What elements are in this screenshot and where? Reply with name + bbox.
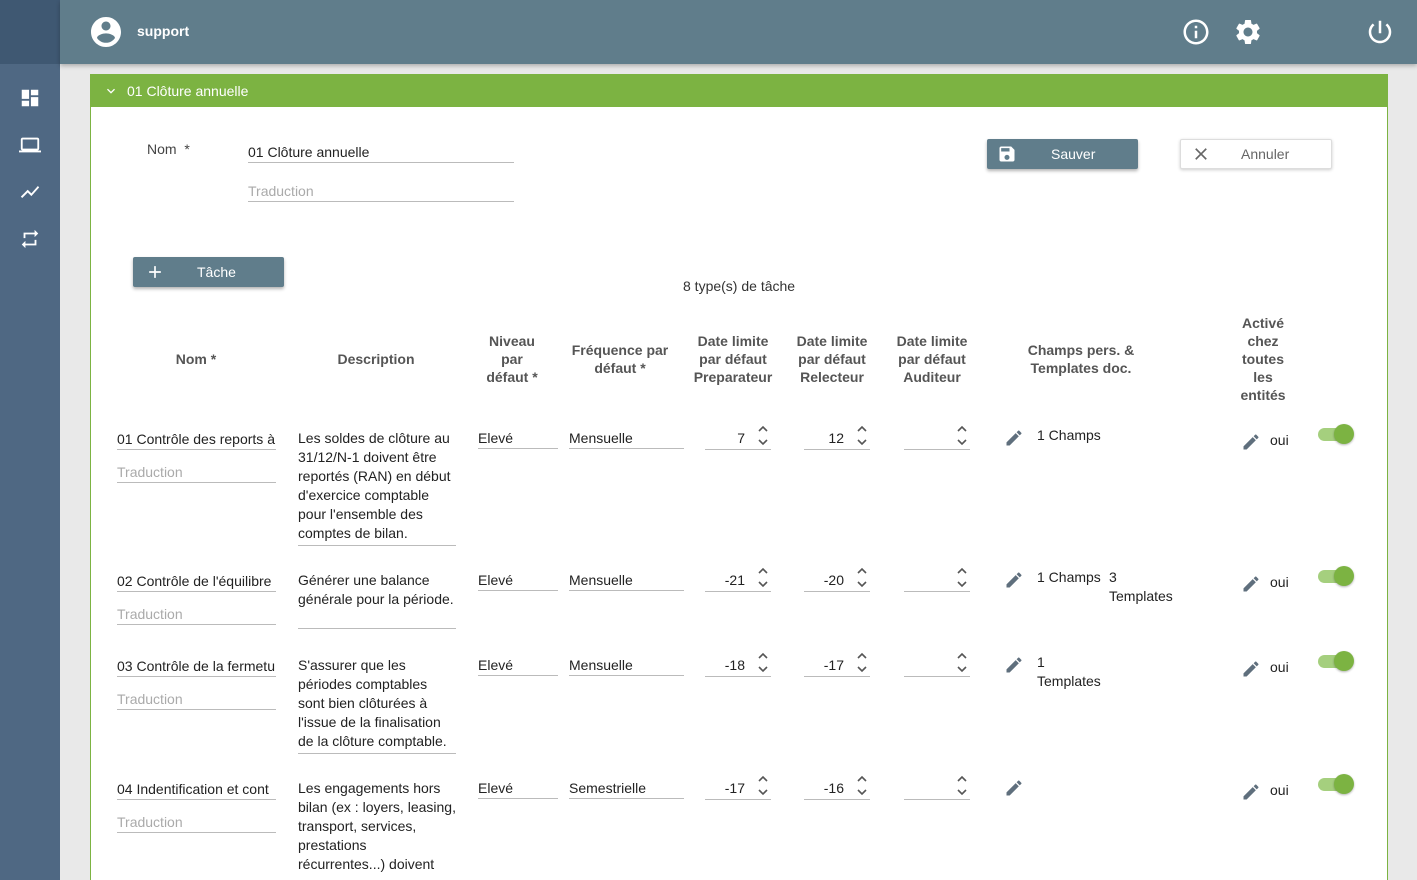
cancel-button[interactable]: Annuler — [1180, 139, 1332, 169]
header-active: Activé chez toutes les entités — [1240, 315, 1286, 403]
relect-stepper[interactable] — [855, 423, 869, 447]
header-niveau: Niveau par défaut * — [486, 333, 538, 385]
task-translation-input[interactable]: Traduction — [117, 464, 276, 483]
username: support — [137, 23, 190, 39]
power-icon[interactable] — [1365, 17, 1395, 47]
plus-icon — [149, 266, 161, 278]
edit-fields-pencil-icon[interactable] — [1004, 778, 1024, 798]
header-description: Description — [337, 351, 415, 367]
active-toggle[interactable] — [1318, 774, 1354, 794]
account-circle-icon[interactable] — [88, 14, 124, 50]
panel-header[interactable]: 01 Clôture annuelle — [91, 75, 1387, 107]
champs-count: 1 Champs — [1037, 427, 1101, 443]
task-translation-input[interactable]: Traduction — [117, 606, 276, 625]
task-translation-input[interactable]: Traduction — [117, 691, 276, 710]
header-nom: Nom * — [175, 351, 217, 367]
name-input[interactable]: 01 Clôture annuelle — [248, 144, 514, 163]
templates-count: 1 Templates — [1037, 654, 1101, 689]
laptop-icon[interactable] — [19, 134, 41, 156]
task-description[interactable]: S'assurer que les périodes comptables so… — [298, 656, 456, 754]
active-value: oui — [1270, 659, 1289, 675]
prep-stepper[interactable] — [756, 773, 770, 797]
sidebar-corner — [0, 0, 60, 64]
header-frequence: Fréquence par défaut * — [571, 342, 669, 376]
task-niveau-select[interactable]: Elevé — [478, 430, 558, 449]
edit-fields-pencil-icon[interactable] — [1004, 428, 1024, 448]
edit-active-pencil-icon[interactable] — [1241, 432, 1261, 452]
sidebar — [0, 0, 60, 880]
task-count: 8 type(s) de tâche — [683, 278, 796, 294]
task-description[interactable]: Les soldes de clôture au 31/12/N-1 doive… — [298, 429, 456, 546]
dashboard-icon[interactable] — [19, 87, 41, 109]
active-toggle[interactable] — [1318, 651, 1354, 671]
edit-fields-pencil-icon[interactable] — [1004, 655, 1024, 675]
relect-stepper[interactable] — [855, 565, 869, 589]
name-label: Nom * — [147, 141, 190, 157]
sync-icon[interactable] — [19, 228, 41, 250]
active-value: oui — [1270, 782, 1289, 798]
header-date-relect: Date limite par défaut Relecteur — [796, 333, 868, 385]
relect-stepper[interactable] — [855, 650, 869, 674]
translation-input[interactable]: Traduction — [248, 183, 514, 202]
task-frequence-select[interactable]: Mensuelle — [569, 657, 684, 676]
prep-stepper[interactable] — [756, 565, 770, 589]
edit-active-pencil-icon[interactable] — [1241, 659, 1261, 679]
gear-icon[interactable] — [1233, 17, 1263, 47]
chart-line-icon[interactable] — [19, 181, 41, 203]
category-panel: 01 Clôture annuelle Nom * 01 Clôture ann… — [90, 74, 1388, 880]
audit-stepper[interactable] — [955, 423, 969, 447]
active-value: oui — [1270, 574, 1289, 590]
active-toggle[interactable] — [1318, 424, 1354, 444]
edit-fields-pencil-icon[interactable] — [1004, 570, 1024, 590]
prep-stepper[interactable] — [756, 650, 770, 674]
task-niveau-select[interactable]: Elevé — [478, 780, 558, 799]
floppy-icon — [999, 146, 1015, 162]
task-description[interactable]: Les engagements hors bilan (ex : loyers,… — [298, 779, 456, 875]
edit-active-pencil-icon[interactable] — [1241, 782, 1261, 802]
header-date-audit: Date limite par défaut Auditeur — [896, 333, 968, 385]
header-champs: Champs pers. & Templates doc. — [1027, 342, 1135, 376]
info-icon[interactable] — [1181, 17, 1211, 47]
task-description[interactable]: Générer une balance générale pour la pér… — [298, 571, 456, 629]
task-name-input[interactable]: 04 Indentification et cont — [117, 781, 276, 800]
save-button[interactable]: Sauver — [987, 139, 1138, 169]
panel-title: 01 Clôture annuelle — [127, 83, 249, 99]
audit-stepper[interactable] — [955, 650, 969, 674]
close-icon — [1195, 148, 1207, 160]
champs-count: 1 Champs — [1037, 569, 1101, 585]
active-toggle[interactable] — [1318, 566, 1354, 586]
task-frequence-select[interactable]: Mensuelle — [569, 430, 684, 449]
task-name-input[interactable]: 03 Contrôle de la fermetu — [117, 658, 276, 677]
add-task-button[interactable]: Tâche — [133, 257, 284, 287]
audit-stepper[interactable] — [955, 773, 969, 797]
task-frequence-select[interactable]: Mensuelle — [569, 572, 684, 591]
templates-count: 3 Templates — [1109, 569, 1173, 604]
prep-stepper[interactable] — [756, 423, 770, 447]
task-name-input[interactable]: 02 Contrôle de l'équilibre — [117, 573, 276, 592]
chevron-down-icon — [107, 88, 115, 94]
task-niveau-select[interactable]: Elevé — [478, 657, 558, 676]
edit-active-pencil-icon[interactable] — [1241, 574, 1261, 594]
task-name-input[interactable]: 01 Contrôle des reports à — [117, 431, 276, 450]
header-date-prep: Date limite par défaut Preparateur — [693, 333, 773, 385]
active-value: oui — [1270, 432, 1289, 448]
task-niveau-select[interactable]: Elevé — [478, 572, 558, 591]
relect-stepper[interactable] — [855, 773, 869, 797]
task-frequence-select[interactable]: Semestrielle — [569, 780, 684, 799]
top-bar: support — [60, 0, 1417, 64]
task-translation-input[interactable]: Traduction — [117, 814, 276, 833]
audit-stepper[interactable] — [955, 565, 969, 589]
